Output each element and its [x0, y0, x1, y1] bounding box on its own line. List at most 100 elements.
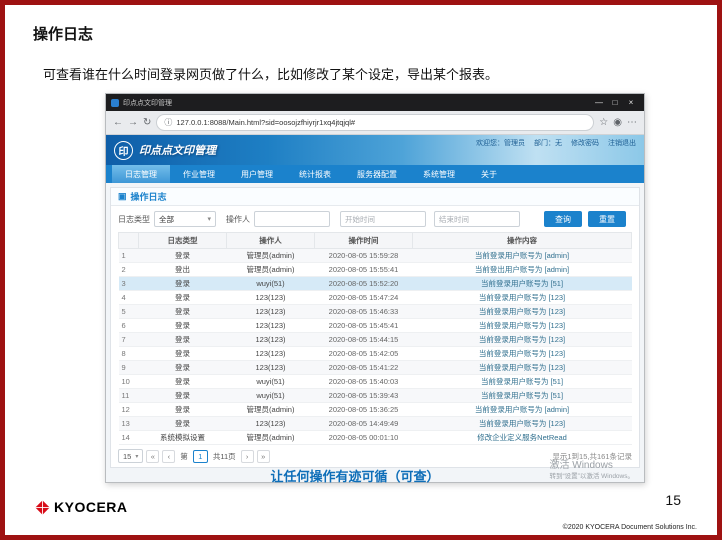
table-row[interactable]: 7登录123(123)2020-08-05 15:44:15当前登录用户账号为 … — [119, 333, 632, 347]
log-type-value: 全部 — [159, 214, 174, 225]
cell-no: 2 — [119, 263, 139, 277]
back-icon[interactable]: ← — [113, 117, 123, 128]
cell-op: 123(123) — [227, 319, 315, 333]
table-row[interactable]: 14系统模拟设置管理员(admin)2020-08-05 00:01:10修改企… — [119, 431, 632, 445]
cell-content: 当前登录用户账号为 [admin] — [413, 249, 632, 263]
cell-type: 系统模拟设置 — [139, 431, 227, 445]
nav-tab-4[interactable]: 统计报表 — [286, 165, 344, 183]
favorite-icon[interactable]: ☆ — [599, 117, 608, 128]
table-row[interactable]: 6登录123(123)2020-08-05 15:45:41当前登录用户账号为 … — [119, 319, 632, 333]
table-row[interactable]: 9登录123(123)2020-08-05 15:41:22当前登录用户账号为 … — [119, 361, 632, 375]
cell-time: 2020-08-05 15:55:41 — [315, 263, 413, 277]
column-header[interactable]: 日志类型 — [139, 233, 227, 249]
web-app: 印 印点点文印管理 欢迎您：管理员 部门：无 修改密码 注销退出 日志管理作业管… — [106, 135, 644, 482]
prev-page-button[interactable]: ‹ — [162, 450, 175, 463]
profile-icon[interactable]: ◉ — [613, 117, 622, 128]
cell-content: 当前登录用户账号为 [123] — [413, 333, 632, 347]
table-row[interactable]: 8登录123(123)2020-08-05 15:42:05当前登录用户账号为 … — [119, 347, 632, 361]
copyright-text: ©2020 KYOCERA Document Solutions Inc. — [563, 524, 697, 531]
minimize-button[interactable]: — — [591, 98, 607, 107]
cell-op: wuyi(51) — [227, 375, 315, 389]
welcome-text: 欢迎您：管理员 — [476, 138, 525, 148]
operator-input[interactable] — [254, 211, 330, 227]
nav-tab-6[interactable]: 系统管理 — [410, 165, 468, 183]
start-time-input[interactable] — [340, 211, 426, 227]
table-row[interactable]: 1登录管理员(admin)2020-08-05 15:59:28当前登录用户账号… — [119, 249, 632, 263]
table-row[interactable]: 11登录wuyi(51)2020-08-05 15:39:43当前登录用户账号为… — [119, 389, 632, 403]
panel-icon: ▣ — [118, 191, 127, 202]
table-row[interactable]: 5登录123(123)2020-08-05 15:46:33当前登录用户账号为 … — [119, 305, 632, 319]
table-row[interactable]: 2登出管理员(admin)2020-08-05 15:55:41当前登出用户账号… — [119, 263, 632, 277]
cell-no: 5 — [119, 305, 139, 319]
nav-tab-5[interactable]: 服务器配置 — [344, 165, 410, 183]
column-header-index — [119, 233, 139, 249]
cell-time: 2020-08-05 00:01:10 — [315, 431, 413, 445]
cell-no: 6 — [119, 319, 139, 333]
forward-icon[interactable]: → — [128, 117, 138, 128]
operator-label: 操作人 — [226, 214, 250, 225]
cell-no: 4 — [119, 291, 139, 305]
cell-no: 13 — [119, 417, 139, 431]
change-password-link[interactable]: 修改密码 — [571, 138, 599, 148]
search-button[interactable]: 查询 — [544, 211, 582, 227]
cell-op: wuyi(51) — [227, 277, 315, 291]
url-text: 127.0.0.1:8088/Main.html?sid=oosojzfhiyr… — [176, 118, 355, 127]
nav-tabs: 日志管理作业管理用户管理统计报表服务器配置系统管理关于 — [106, 165, 644, 183]
cell-content: 当前登录用户账号为 [123] — [413, 319, 632, 333]
log-table: 日志类型操作人操作时间操作内容 1登录管理员(admin)2020-08-05 … — [118, 232, 632, 445]
end-time-input[interactable] — [434, 211, 520, 227]
cell-op: wuyi(51) — [227, 389, 315, 403]
app-logo-icon: 印 — [114, 141, 133, 160]
cell-type: 登录 — [139, 389, 227, 403]
cell-op: 123(123) — [227, 291, 315, 305]
logout-link[interactable]: 注销退出 — [608, 138, 636, 148]
close-button[interactable]: × — [623, 98, 639, 107]
info-icon[interactable]: ⓘ — [164, 117, 172, 128]
cell-time: 2020-08-05 15:41:22 — [315, 361, 413, 375]
log-table-body: 1登录管理员(admin)2020-08-05 15:59:28当前登录用户账号… — [119, 249, 632, 445]
cell-no: 10 — [119, 375, 139, 389]
maximize-button[interactable]: □ — [607, 98, 623, 107]
cell-content: 当前登录用户账号为 [123] — [413, 347, 632, 361]
nav-tab-2[interactable]: 作业管理 — [170, 165, 228, 183]
app-header: 印 印点点文印管理 欢迎您：管理员 部门：无 修改密码 注销退出 — [106, 135, 644, 165]
cell-content: 当前登录用户账号为 [51] — [413, 389, 632, 403]
refresh-icon[interactable]: ↻ — [143, 117, 151, 128]
table-row[interactable]: 12登录管理员(admin)2020-08-05 15:36:25当前登录用户账… — [119, 403, 632, 417]
tagline: 让任何操作有迹可循（可查） — [105, 466, 605, 485]
nav-tab-7[interactable]: 关于 — [468, 165, 510, 183]
last-page-button[interactable]: » — [257, 450, 270, 463]
nav-tab-1[interactable]: 日志管理 — [112, 165, 170, 183]
kyocera-brand-text: KYOCERA — [54, 499, 128, 515]
next-page-button[interactable]: › — [241, 450, 254, 463]
cell-time: 2020-08-05 15:47:24 — [315, 291, 413, 305]
cell-type: 登录 — [139, 361, 227, 375]
current-page[interactable]: 1 — [193, 450, 208, 463]
table-row[interactable]: 4登录123(123)2020-08-05 15:47:24当前登录用户账号为 … — [119, 291, 632, 305]
kyocera-logo: KYOCERA — [35, 499, 128, 515]
menu-icon[interactable]: ⋯ — [627, 117, 637, 128]
cell-type: 登录 — [139, 403, 227, 417]
cell-no: 11 — [119, 389, 139, 403]
log-type-select[interactable]: 全部 ▾ — [154, 211, 216, 227]
table-row[interactable]: 10登录wuyi(51)2020-08-05 15:40:03当前登录用户账号为… — [119, 375, 632, 389]
first-page-button[interactable]: « — [146, 450, 159, 463]
department-text: 部门：无 — [534, 138, 562, 148]
cell-content: 当前登录用户账号为 [123] — [413, 417, 632, 431]
cell-time: 2020-08-05 15:52:20 — [315, 277, 413, 291]
cell-no: 8 — [119, 347, 139, 361]
slide: 操作日志 可查看谁在什么时间登录网页做了什么，比如修改了某个设定，导出某个报表。… — [0, 0, 722, 540]
column-header[interactable]: 操作时间 — [315, 233, 413, 249]
cell-time: 2020-08-05 15:40:03 — [315, 375, 413, 389]
slide-page-number: 15 — [665, 492, 681, 508]
address-bar[interactable]: ⓘ 127.0.0.1:8088/Main.html?sid=oosojzfhi… — [156, 114, 594, 131]
column-header[interactable]: 操作人 — [227, 233, 315, 249]
nav-tab-3[interactable]: 用户管理 — [228, 165, 286, 183]
page-size-value: 15 — [123, 452, 131, 461]
column-header[interactable]: 操作内容 — [413, 233, 632, 249]
page-size-select[interactable]: 15 ▾ — [118, 449, 143, 463]
reset-button[interactable]: 重置 — [588, 211, 626, 227]
table-row[interactable]: 13登录123(123)2020-08-05 14:49:49当前登录用户账号为… — [119, 417, 632, 431]
cell-type: 登录 — [139, 333, 227, 347]
table-row[interactable]: 3登录wuyi(51)2020-08-05 15:52:20当前登录用户账号为 … — [119, 277, 632, 291]
